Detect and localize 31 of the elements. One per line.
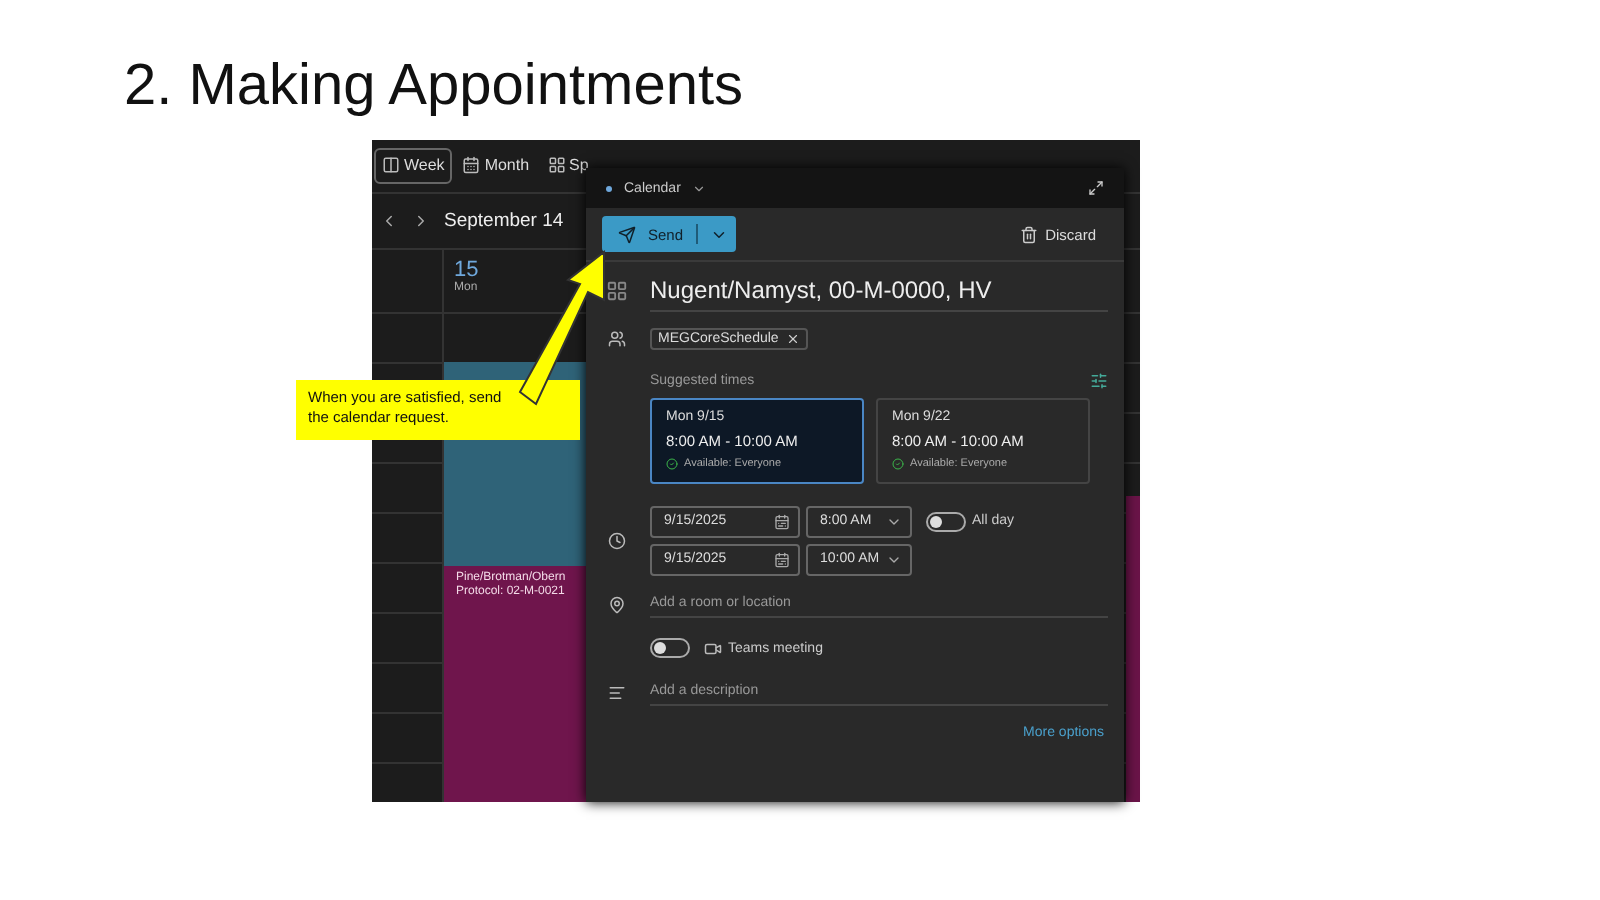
slide-title: 2. Making Appointments xyxy=(124,52,746,120)
all-day-toggle[interactable] xyxy=(926,511,966,531)
clock-icon xyxy=(607,531,625,549)
chevron-icon[interactable] xyxy=(692,181,707,195)
view-tab[interactable]: Week xyxy=(374,147,453,184)
view-tab[interactable]: Month xyxy=(454,147,538,184)
category-icon[interactable] xyxy=(605,279,627,301)
people-icon xyxy=(607,329,625,347)
location-icon xyxy=(607,595,625,613)
calendar-dot-icon xyxy=(606,185,612,191)
grid-icon xyxy=(547,156,566,175)
previous-icon[interactable] xyxy=(380,211,398,230)
week-icon xyxy=(382,156,400,175)
check-icon xyxy=(666,458,678,470)
day-date: 15 xyxy=(454,258,479,283)
expand-icon[interactable] xyxy=(1088,180,1104,196)
video-icon xyxy=(704,639,722,657)
teams-toggle[interactable] xyxy=(650,638,690,658)
close-icon[interactable] xyxy=(786,331,801,345)
calendar-icon xyxy=(774,513,790,529)
date-range-title: September 14 xyxy=(444,209,564,232)
event-title[interactable]: Nugent/Namyst, 00-M-0000, HV xyxy=(650,275,1108,303)
calendar-icon xyxy=(462,156,481,175)
send-icon xyxy=(618,225,636,243)
filter-icon[interactable] xyxy=(1090,372,1108,390)
next-icon[interactable] xyxy=(412,211,430,230)
check-icon xyxy=(892,458,904,470)
trash-icon xyxy=(1019,225,1038,243)
description-icon xyxy=(607,683,625,701)
view-tab[interactable]: Sp xyxy=(539,147,597,184)
calendar-icon xyxy=(774,551,790,567)
